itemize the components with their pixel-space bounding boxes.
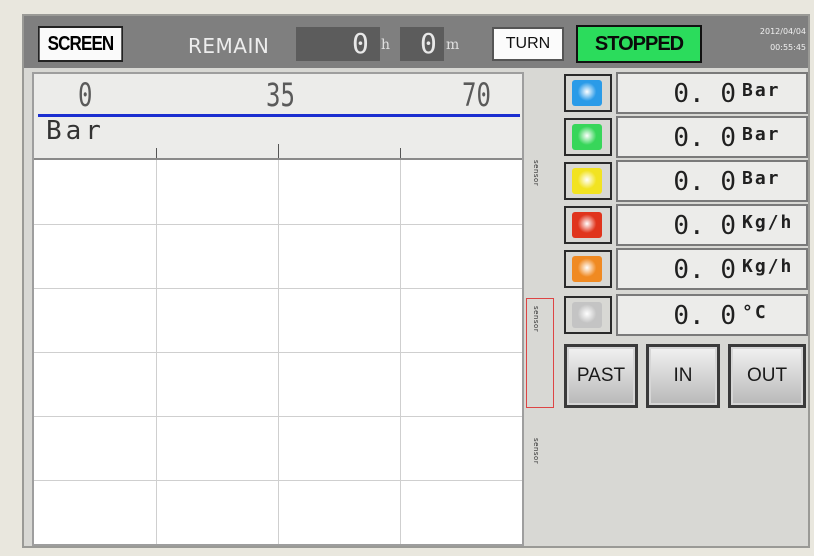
- readout-row: 0. 0 Kg/h: [564, 204, 810, 246]
- readout-row: 0. 0 Kg/h: [564, 248, 810, 290]
- out-button[interactable]: OUT: [728, 344, 806, 408]
- scale-label-max: 70: [462, 76, 491, 114]
- grid-line-horizontal: [34, 224, 522, 225]
- scale-label-mid: 35: [266, 76, 295, 114]
- red-lamp-icon[interactable]: [564, 206, 612, 244]
- lamp-light: [572, 124, 602, 150]
- readout-display: 0. 0 Bar: [616, 160, 808, 202]
- readout-unit: Bar: [742, 124, 781, 145]
- yellow-lamp-icon[interactable]: [564, 162, 612, 200]
- readout-value: 0. 0: [673, 211, 736, 241]
- scale-tick: [400, 148, 401, 158]
- readout-display: 0. 0 Kg/h: [616, 248, 808, 290]
- remain-hours-value: 0: [352, 27, 369, 60]
- time-text: 00:55:45: [770, 43, 806, 52]
- lamp-light: [572, 212, 602, 238]
- date-text: 2012/04/04: [759, 27, 806, 36]
- in-button[interactable]: IN: [646, 344, 720, 408]
- readout-row: 0. 0 Bar: [564, 116, 810, 158]
- orange-lamp-icon[interactable]: [564, 250, 612, 288]
- scale-tick: [278, 144, 279, 158]
- readout-value: 0. 0: [673, 79, 736, 109]
- selection-marker[interactable]: [526, 298, 554, 408]
- lamp-light: [572, 80, 602, 106]
- lamp-light: [572, 256, 602, 282]
- datetime-display: 2012/04/04 00:55:45: [714, 24, 806, 56]
- readout-display: 0. 0 Bar: [616, 116, 808, 158]
- hours-unit-label: h: [381, 37, 391, 53]
- lamp-light: [572, 302, 602, 328]
- past-button[interactable]: PAST: [564, 344, 638, 408]
- grid-line-horizontal: [34, 288, 522, 289]
- readout-value: 0. 0: [673, 255, 736, 285]
- gray-lamp-icon[interactable]: [564, 296, 612, 334]
- turn-button[interactable]: TURN: [492, 27, 564, 61]
- side-label: sensor: [532, 438, 540, 465]
- chart-unit-label: Bar: [46, 116, 105, 146]
- readout-value: 0. 0: [673, 123, 736, 153]
- grid-line-horizontal: [34, 352, 522, 353]
- status-indicator: STOPPED: [576, 25, 702, 63]
- readout-unit: °C: [742, 302, 768, 323]
- readout-display: 0. 0 °C: [616, 294, 808, 336]
- readout-unit: Kg/h: [742, 212, 794, 233]
- lamp-light: [572, 168, 602, 194]
- remain-label: REMAIN: [188, 34, 270, 58]
- grid-line-horizontal: [34, 416, 522, 417]
- scale-tick: [156, 148, 157, 158]
- blue-lamp-icon[interactable]: [564, 74, 612, 112]
- readout-unit: Kg/h: [742, 256, 794, 277]
- side-label: sensor: [532, 160, 540, 187]
- grid-line-horizontal: [34, 480, 522, 481]
- readout-unit: Bar: [742, 168, 781, 189]
- readout-display: 0. 0 Bar: [616, 72, 808, 114]
- readout-row: 0. 0 Bar: [564, 72, 810, 114]
- readout-display: 0. 0 Kg/h: [616, 204, 808, 246]
- readout-value: 0. 0: [673, 167, 736, 197]
- scale-line: [38, 114, 520, 117]
- screen-button[interactable]: SCREEN: [38, 26, 123, 62]
- readout-value: 0. 0: [673, 301, 736, 331]
- readout-row: 0. 0 Bar: [564, 160, 810, 202]
- minutes-unit-label: m: [446, 37, 460, 53]
- remain-minutes-value: 0: [420, 27, 437, 60]
- readout-row: 0. 0 °C: [564, 294, 810, 336]
- scale-label-min: 0: [78, 76, 93, 114]
- readout-unit: Bar: [742, 80, 781, 101]
- green-lamp-icon[interactable]: [564, 118, 612, 156]
